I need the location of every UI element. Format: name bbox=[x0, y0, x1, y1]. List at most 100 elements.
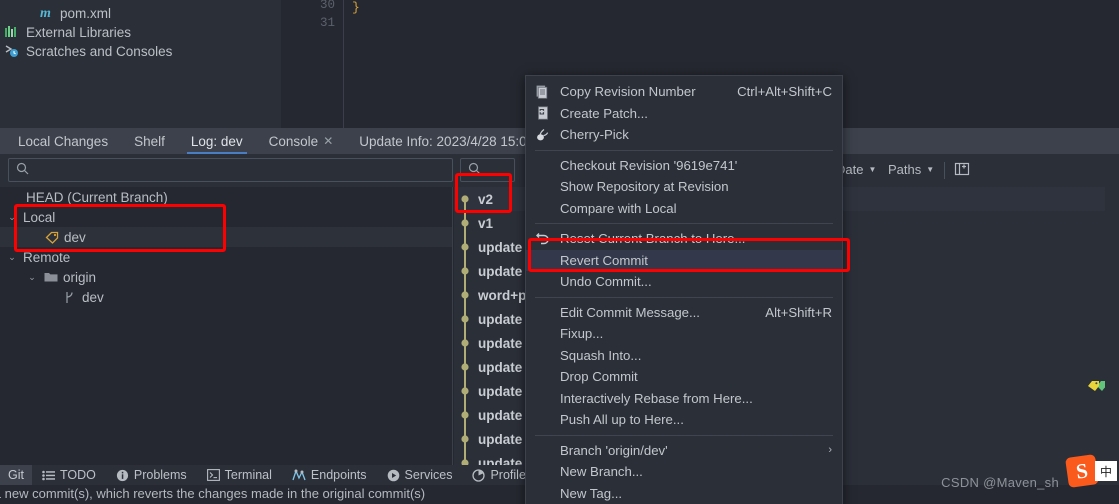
commit-message: update bbox=[478, 359, 523, 375]
branch-node-origin[interactable]: ⌄ origin bbox=[0, 267, 452, 287]
menu-item-branch-origin-dev[interactable]: Branch 'origin/dev' › bbox=[526, 440, 842, 462]
status-problems[interactable]: Problems bbox=[106, 468, 197, 482]
status-git-button[interactable]: Git bbox=[0, 465, 32, 485]
menu-separator bbox=[535, 434, 833, 436]
project-tree-item-scratches[interactable]: Scratches and Consoles bbox=[0, 42, 281, 61]
commit-graph-node bbox=[454, 331, 478, 355]
code-fragment: } bbox=[352, 0, 360, 15]
log-scroll-strip[interactable] bbox=[1105, 154, 1119, 465]
menu-item-copy-revision-number[interactable]: Copy Revision Number Ctrl+Alt+Shift+C bbox=[526, 81, 842, 103]
tab-label: Local Changes bbox=[18, 133, 109, 149]
menu-item-show-repository-at-revision[interactable]: Show Repository at Revision bbox=[526, 176, 842, 198]
menu-item-label: Copy Revision Number bbox=[560, 84, 696, 100]
menu-item-drop-commit[interactable]: Drop Commit bbox=[526, 366, 842, 388]
status-item-label: TODO bbox=[59, 468, 96, 482]
tab-local-changes[interactable]: Local Changes bbox=[0, 128, 121, 154]
log-search-input[interactable] bbox=[8, 158, 453, 182]
close-icon[interactable]: ✕ bbox=[323, 135, 333, 147]
tab-label: Update Info: 2023/4/28 15:09 bbox=[359, 133, 535, 149]
commit-message: update bbox=[478, 263, 523, 279]
endpoints-icon bbox=[292, 469, 306, 481]
commit-graph-node bbox=[454, 283, 478, 307]
toolbar-divider bbox=[944, 162, 945, 179]
menu-item-label: Push All up to Here... bbox=[560, 412, 684, 428]
branch-node-local-dev[interactable]: dev bbox=[0, 227, 452, 247]
commit-message: update bbox=[478, 383, 523, 399]
menu-item-label: Revert Commit bbox=[560, 252, 648, 268]
branch-label: dev bbox=[82, 289, 104, 305]
branch-node-remote[interactable]: ⌄ Remote bbox=[0, 247, 452, 267]
ime-badge-letter: S bbox=[1074, 457, 1090, 484]
commit-message: update bbox=[478, 407, 523, 423]
project-tree-item-label: Scratches and Consoles bbox=[26, 44, 173, 59]
menu-item-push-all-up-to-here[interactable]: Push All up to Here... bbox=[526, 409, 842, 431]
menu-item-create-patch[interactable]: Create Patch... bbox=[526, 103, 842, 125]
folder-icon bbox=[43, 270, 58, 285]
menu-item-new-tag[interactable]: New Tag... bbox=[526, 483, 842, 504]
filter-paths[interactable]: Paths ▼ bbox=[888, 162, 934, 177]
menu-item-label: Undo Commit... bbox=[560, 274, 652, 290]
tag-icon bbox=[44, 230, 59, 245]
project-tree-item-external-libraries[interactable]: External Libraries bbox=[0, 23, 281, 42]
menu-item-label: Checkout Revision '9619e741' bbox=[560, 157, 738, 173]
terminal-icon bbox=[206, 469, 220, 481]
commit-graph-node bbox=[454, 427, 478, 451]
menu-separator bbox=[535, 149, 833, 151]
menu-item-label: Interactively Rebase from Here... bbox=[560, 390, 753, 406]
cherry-pick-icon bbox=[534, 128, 552, 142]
todo-icon bbox=[42, 470, 55, 480]
commit-graph-node bbox=[454, 355, 478, 379]
ime-language-label: 中 bbox=[1099, 464, 1112, 479]
branch-node-local[interactable]: ⌄ Local bbox=[0, 207, 452, 227]
chevron-down-icon[interactable]: ⌄ bbox=[6, 252, 18, 263]
commit-graph-node bbox=[454, 307, 478, 331]
problems-icon bbox=[116, 469, 128, 481]
menu-item-undo-commit[interactable]: Undo Commit... bbox=[526, 271, 842, 293]
menu-item-edit-commit-message[interactable]: Edit Commit Message... Alt+Shift+R bbox=[526, 302, 842, 324]
status-hint-text: duce a new commit(s), which reverts the … bbox=[0, 486, 426, 501]
menu-item-shortcut: Ctrl+Alt+Shift+C bbox=[737, 84, 832, 100]
menu-item-new-branch[interactable]: New Branch... bbox=[526, 461, 842, 483]
tab-label: Shelf bbox=[134, 133, 165, 149]
chevron-down-icon: ▼ bbox=[926, 165, 935, 174]
menu-item-label: Branch 'origin/dev' bbox=[560, 442, 668, 458]
branch-label: dev bbox=[64, 229, 86, 245]
status-item-label: Services bbox=[404, 468, 453, 482]
menu-item-compare-with-local[interactable]: Compare with Local bbox=[526, 198, 842, 220]
branch-filter-search[interactable] bbox=[460, 158, 515, 182]
menu-item-interactively-rebase-from-here[interactable]: Interactively Rebase from Here... bbox=[526, 388, 842, 410]
commit-message: update bbox=[478, 239, 523, 255]
ime-badge-icon: S bbox=[1065, 454, 1099, 488]
commit-message: update bbox=[478, 431, 523, 447]
branch-node-origin-dev[interactable]: dev bbox=[0, 287, 452, 307]
chevron-down-icon[interactable]: ⌄ bbox=[6, 212, 18, 223]
project-tree-item-pom[interactable]: m pom.xml bbox=[0, 4, 281, 23]
menu-item-label: Create Patch... bbox=[560, 105, 648, 121]
status-services[interactable]: Services bbox=[377, 468, 463, 482]
status-item-label: Endpoints bbox=[310, 468, 367, 482]
menu-item-checkout-revision-9619e741[interactable]: Checkout Revision '9619e741' bbox=[526, 155, 842, 177]
menu-item-label: Fixup... bbox=[560, 326, 604, 342]
branch-node-head[interactable]: HEAD (Current Branch) bbox=[0, 187, 452, 207]
commit-graph-node bbox=[454, 403, 478, 427]
menu-item-cherry-pick[interactable]: Cherry-Pick bbox=[526, 124, 842, 146]
copy-icon bbox=[534, 85, 552, 99]
log-search-field[interactable] bbox=[29, 162, 429, 178]
menu-item-squash-into[interactable]: Squash Into... bbox=[526, 345, 842, 367]
status-todo[interactable]: TODO bbox=[32, 468, 106, 482]
menu-item-label: Squash Into... bbox=[560, 347, 642, 363]
menu-item-fixup[interactable]: Fixup... bbox=[526, 323, 842, 345]
tab-console[interactable]: Console ✕ bbox=[256, 128, 347, 154]
chevron-down-icon[interactable]: ⌄ bbox=[26, 272, 38, 283]
profiler-icon bbox=[472, 468, 486, 482]
chevron-down-icon: ▼ bbox=[868, 165, 877, 174]
status-terminal[interactable]: Terminal bbox=[197, 468, 282, 482]
menu-item-reset-current-branch-to-here[interactable]: Reset Current Branch to Here... bbox=[526, 228, 842, 250]
status-item-label: Terminal bbox=[224, 468, 272, 482]
menu-item-label: Compare with Local bbox=[560, 200, 677, 216]
tab-shelf[interactable]: Shelf bbox=[121, 128, 178, 154]
menu-item-revert-commit[interactable]: Revert Commit bbox=[526, 249, 842, 271]
status-endpoints[interactable]: Endpoints bbox=[282, 468, 377, 482]
expand-all-button[interactable] bbox=[954, 161, 970, 177]
tab-log-dev[interactable]: Log: dev bbox=[178, 128, 256, 154]
